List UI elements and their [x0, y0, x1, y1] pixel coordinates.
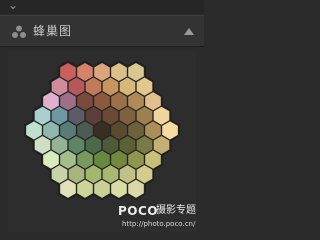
panel-header[interactable]: 蜂巢图	[0, 15, 204, 47]
color-swatch[interactable]	[127, 178, 145, 199]
top-strip: ⌄	[0, 0, 204, 14]
panel-title: 蜂巢图	[33, 24, 73, 38]
watermark-brand: POCO	[118, 204, 159, 218]
color-swatch[interactable]	[76, 178, 94, 199]
color-swatch[interactable]	[59, 178, 77, 199]
color-swatch[interactable]	[93, 178, 111, 199]
swatches-icon	[12, 25, 26, 38]
collapse-button[interactable]	[182, 25, 196, 37]
triangle-up-icon	[184, 27, 194, 35]
watermark-url: http://photo.poco.cn/	[122, 220, 196, 228]
menu-corner-icon: ⌄	[8, 0, 19, 12]
watermark: POCO 摄影专题 http://photo.poco.cn/	[118, 204, 202, 234]
watermark-chinese: 摄影专题	[156, 205, 196, 216]
color-swatch[interactable]	[110, 178, 128, 199]
